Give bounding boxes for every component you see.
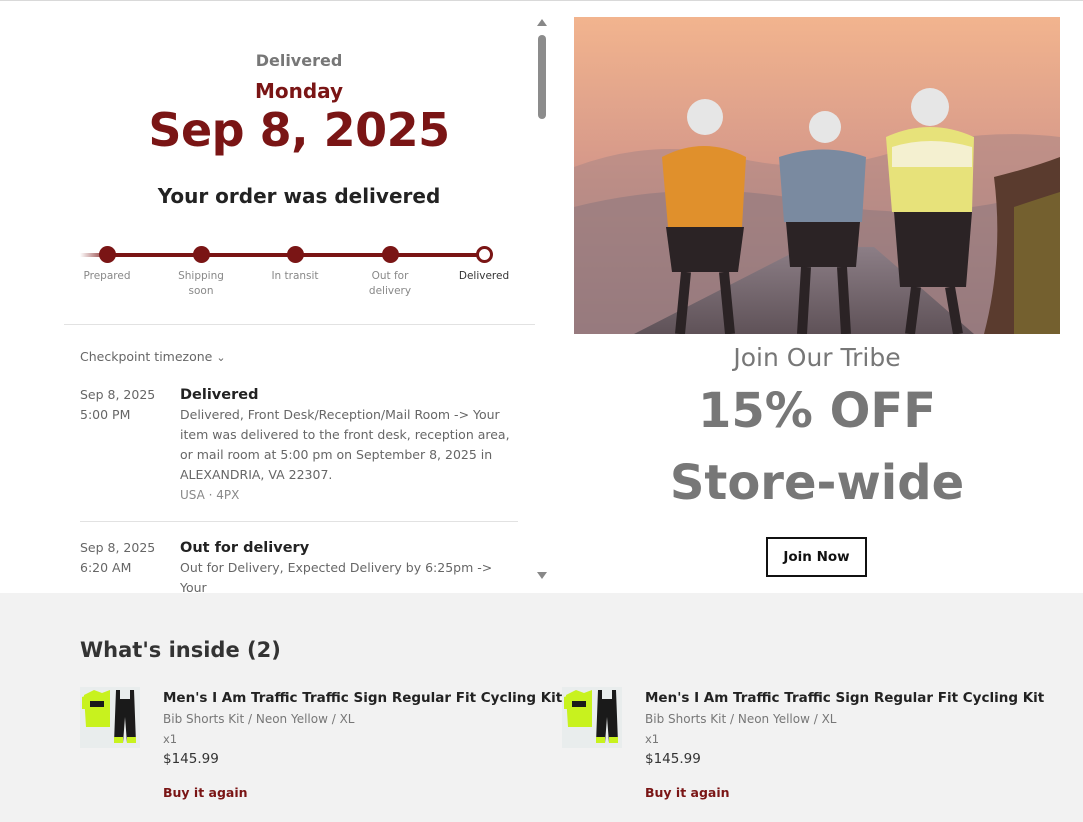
step-dot (98, 246, 116, 263)
progress-step-delivered: Delivered (449, 246, 519, 284)
checkpoint-body: Out for delivery Out for Delivery, Expec… (180, 538, 520, 593)
cyclists-illustration (574, 17, 1060, 334)
order-item: Men's I Am Traffic Traffic Sign Regular … (80, 687, 562, 807)
order-items-section: What's inside (2) Men's I Am Traffic Tra… (0, 593, 1083, 822)
checkpoint-date: Sep 8, 2025 (80, 540, 156, 555)
step-dot (286, 246, 304, 263)
timezone-label: Checkpoint timezone (80, 349, 213, 364)
order-item: Men's I Am Traffic Traffic Sign Regular … (562, 687, 1044, 807)
progress-step-out-for-delivery: Out for delivery (355, 246, 425, 299)
promo-cyclists-image (574, 17, 1060, 334)
step-label: Delivered (458, 270, 510, 282)
checkpoint-date: Sep 8, 2025 (80, 387, 156, 402)
checkpoint-description: Out for Delivery, Expected Delivery by 6… (180, 560, 493, 593)
step-label: In transit (271, 270, 319, 282)
checkpoint-description: Delivered, Front Desk/Reception/Mail Roo… (180, 407, 510, 482)
product-quantity: x1 (163, 732, 178, 746)
checkpoint-title: Out for delivery (180, 540, 310, 556)
checkpoint-time: 6:20 AM (80, 560, 132, 575)
product-thumbnail[interactable] (80, 687, 140, 748)
checkpoint-divider (80, 521, 518, 522)
scroll-up-arrow-icon[interactable] (537, 19, 547, 26)
product-info: Men's I Am Traffic Traffic Sign Regular … (163, 687, 562, 801)
chevron-down-icon: ⌄ (216, 351, 226, 364)
product-quantity: x1 (645, 732, 660, 746)
cycling-kit-image (564, 690, 618, 743)
step-label: Out for delivery (368, 270, 412, 297)
scrollbar-thumb[interactable] (538, 35, 546, 119)
checkpoint-timezone-dropdown[interactable]: Checkpoint timezone ⌄ (80, 349, 226, 364)
progress-step-prepared: Prepared (72, 246, 142, 284)
product-price: $145.99 (645, 751, 701, 767)
join-now-button[interactable]: Join Now (766, 537, 867, 577)
promo-scope: Store-wide (669, 455, 965, 511)
delivery-message: Your order was delivered (157, 184, 441, 208)
step-dot-current (475, 246, 493, 263)
tracking-scrollbar[interactable] (535, 19, 549, 579)
step-label: Prepared (83, 270, 131, 282)
checkpoint-datetime: Sep 8, 2025 6:20 AM (80, 538, 175, 578)
buy-it-again-link[interactable]: Buy it again (645, 785, 730, 800)
checkpoint-datetime: Sep 8, 2025 5:00 PM (80, 385, 175, 425)
product-thumbnail[interactable] (562, 687, 622, 748)
buy-it-again-link[interactable]: Buy it again (163, 785, 248, 800)
cycling-kit-image (82, 690, 136, 743)
progress-step-shipping-soon: Shipping soon (166, 246, 236, 299)
checkpoint-time: 5:00 PM (80, 407, 131, 422)
checkpoint-body: Delivered Delivered, Front Desk/Receptio… (180, 385, 520, 505)
shipment-progress-tracker: Prepared Shipping soon In transit Out fo… (80, 243, 520, 303)
product-price: $145.99 (163, 751, 219, 767)
step-label: Shipping soon (178, 270, 224, 297)
product-name[interactable]: Men's I Am Traffic Traffic Sign Regular … (645, 687, 1044, 709)
product-info: Men's I Am Traffic Traffic Sign Regular … (645, 687, 1044, 801)
delivery-date: Sep 8, 2025 (148, 103, 450, 157)
step-dot (381, 246, 399, 263)
product-name[interactable]: Men's I Am Traffic Traffic Sign Regular … (163, 687, 562, 709)
product-variant: Bib Shorts Kit / Neon Yellow / XL (645, 712, 837, 726)
delivery-weekday: Monday (254, 79, 344, 103)
promo-tagline: Join Our Tribe (733, 343, 901, 372)
tracking-panel[interactable]: Delivered Monday Sep 8, 2025 Your order … (0, 1, 551, 593)
items-section-title: What's inside (2) (80, 638, 281, 662)
promo-discount: 15% OFF (698, 383, 936, 439)
delivery-status-heading: Delivered (255, 51, 343, 70)
section-divider (64, 324, 535, 325)
checkpoint-title: Delivered (180, 387, 259, 403)
step-dot (192, 246, 210, 263)
checkpoint-location-carrier: USA · 4PX (180, 488, 240, 502)
progress-step-in-transit: In transit (260, 246, 330, 284)
product-variant: Bib Shorts Kit / Neon Yellow / XL (163, 712, 355, 726)
scroll-down-arrow-icon[interactable] (537, 572, 547, 579)
